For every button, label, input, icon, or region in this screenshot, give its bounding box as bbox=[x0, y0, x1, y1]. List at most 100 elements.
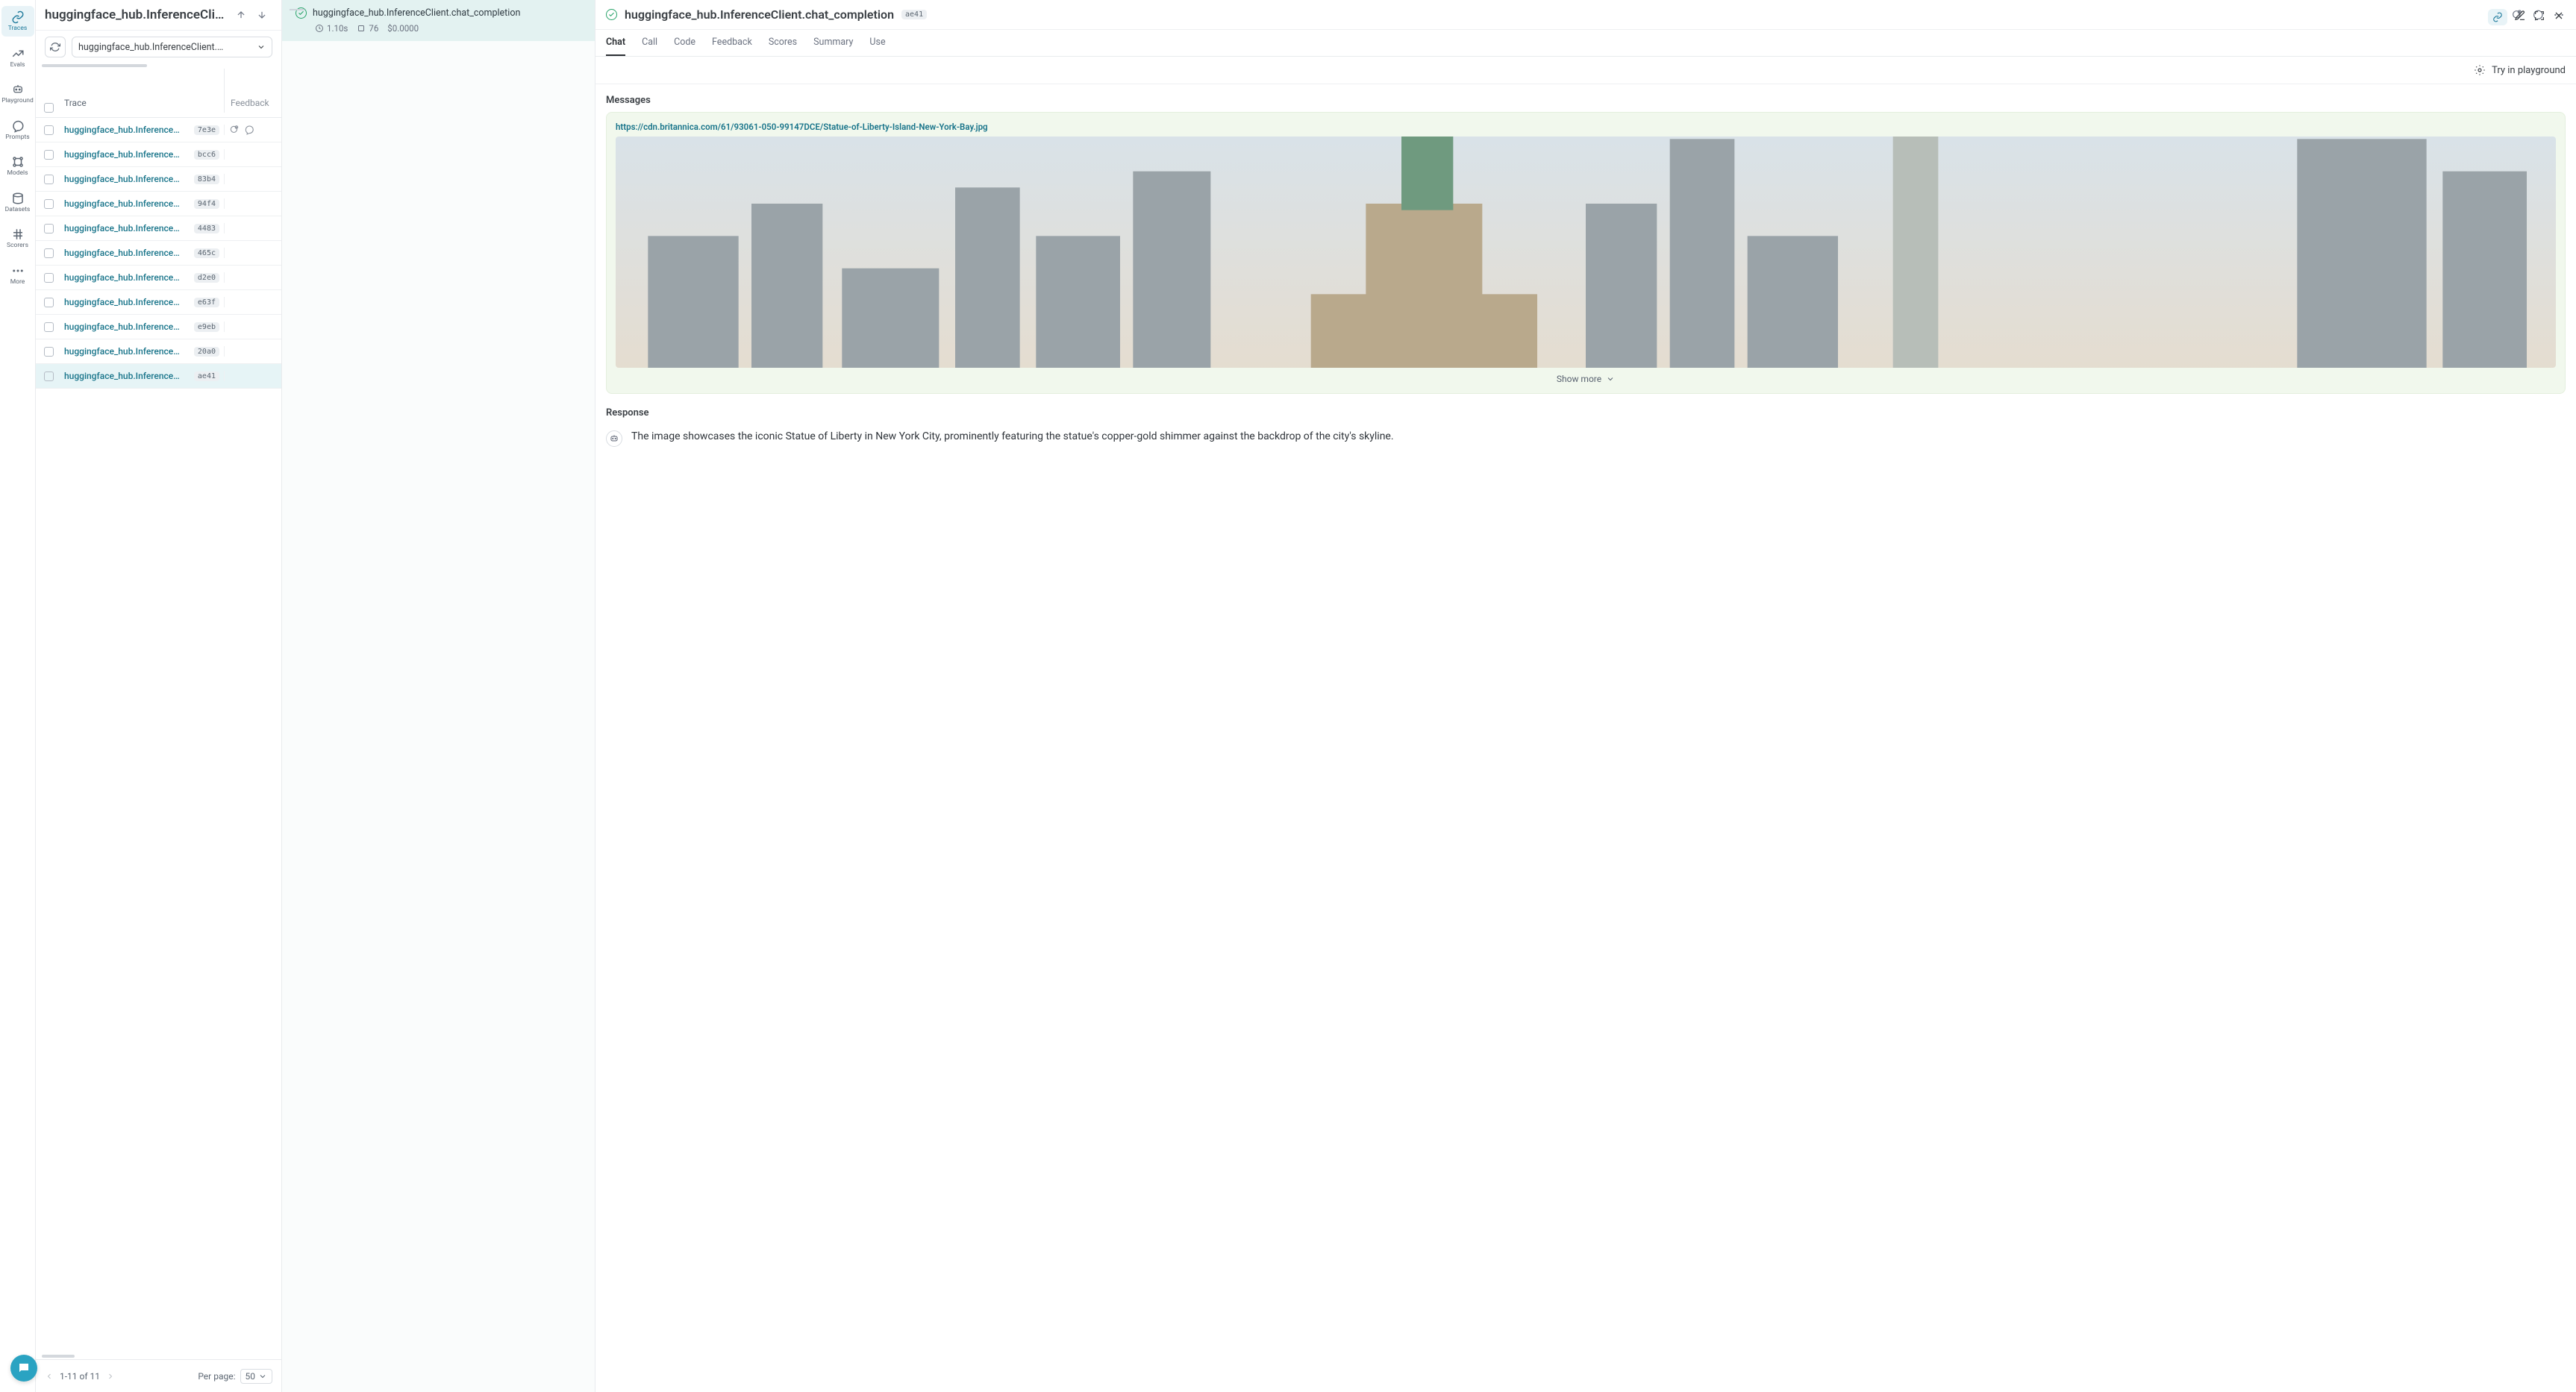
detail-hash: ae41 bbox=[901, 10, 927, 19]
sidenav-item-label: Traces bbox=[8, 25, 27, 32]
horizontal-scrollbar[interactable] bbox=[42, 63, 275, 67]
table-row[interactable]: huggingface_hub.Inference… 4483 bbox=[36, 216, 281, 241]
trace-name[interactable]: huggingface_hub.Inference… bbox=[64, 223, 190, 233]
annotate-icon[interactable] bbox=[229, 125, 240, 135]
row-checkbox[interactable] bbox=[44, 150, 54, 160]
trace-name[interactable]: huggingface_hub.Inference… bbox=[64, 125, 190, 135]
sidenav: Traces Evals Playground Prompts Models Datase… bbox=[0, 0, 36, 1392]
tab-code[interactable]: Code bbox=[674, 30, 695, 56]
detail-pane: huggingface_hub.InferenceClient.chat_com… bbox=[595, 0, 2576, 1392]
per-page-value: 50 bbox=[246, 1371, 256, 1382]
trace-name[interactable]: huggingface_hub.Inference… bbox=[64, 371, 190, 381]
sidenav-item-models[interactable]: Models bbox=[1, 151, 34, 181]
row-checkbox[interactable] bbox=[44, 322, 54, 332]
detail-tabs: Chat Call Code Feedback Scores Summary Use bbox=[595, 30, 2576, 57]
next-trace-button[interactable] bbox=[254, 7, 269, 22]
tab-scores[interactable]: Scores bbox=[769, 30, 797, 56]
show-more-button[interactable]: Show more bbox=[616, 368, 2556, 384]
comment-icon[interactable] bbox=[244, 125, 254, 135]
table-row[interactable]: huggingface_hub.Inference… 465c bbox=[36, 241, 281, 266]
message-image-url[interactable]: https://cdn.britannica.com/61/93061-050-… bbox=[616, 122, 2556, 132]
clock-icon bbox=[315, 24, 324, 33]
table-row[interactable]: huggingface_hub.Inference…d2e0 bbox=[36, 266, 281, 290]
row-checkbox[interactable] bbox=[44, 273, 54, 283]
column-header-feedback[interactable]: Feedback bbox=[225, 69, 281, 113]
table-row[interactable]: huggingface_hub.Inference…94f4 bbox=[36, 192, 281, 216]
refresh-button[interactable] bbox=[45, 37, 66, 57]
row-checkbox[interactable] bbox=[44, 347, 54, 357]
row-checkbox[interactable] bbox=[44, 248, 54, 258]
trace-filter-dropdown[interactable]: huggingface_hub.InferenceClient.c… bbox=[72, 37, 272, 57]
trace-name[interactable]: huggingface_hub.Inference… bbox=[64, 248, 190, 258]
tab-call[interactable]: Call bbox=[642, 30, 657, 56]
per-page-label: Per page: bbox=[198, 1371, 235, 1382]
sidenav-item-prompts[interactable]: Prompts bbox=[1, 115, 34, 145]
tab-use[interactable]: Use bbox=[869, 30, 885, 56]
trace-name[interactable]: huggingface_hub.Inference… bbox=[64, 322, 190, 332]
chevron-down-icon bbox=[258, 1372, 267, 1381]
fullscreen-button[interactable] bbox=[2533, 9, 2546, 22]
sidenav-item-label: Prompts bbox=[5, 134, 29, 141]
table-row[interactable]: huggingface_hub.Inference…e63f bbox=[36, 290, 281, 315]
trace-name[interactable]: huggingface_hub.Inference… bbox=[64, 272, 190, 283]
trace-name[interactable]: huggingface_hub.Inference… bbox=[64, 198, 190, 209]
models-icon bbox=[11, 155, 25, 169]
table-row[interactable]: huggingface_hub.Inference…e9eb bbox=[36, 315, 281, 339]
select-all-checkbox[interactable] bbox=[44, 103, 54, 113]
row-checkbox[interactable] bbox=[44, 199, 54, 209]
sidenav-item-evals[interactable]: Evals bbox=[1, 43, 34, 73]
trace-node[interactable]: huggingface_hub.InferenceClient.chat_com… bbox=[282, 0, 595, 41]
sidenav-item-more[interactable]: More bbox=[1, 260, 34, 290]
status-success-icon bbox=[606, 9, 617, 20]
trace-hash: 465c bbox=[194, 248, 219, 258]
row-checkbox[interactable] bbox=[44, 298, 54, 307]
table-row[interactable]: huggingface_hub.Inference…83b4 bbox=[36, 167, 281, 192]
per-page-select[interactable]: 50 bbox=[240, 1369, 273, 1384]
row-checkbox[interactable] bbox=[44, 175, 54, 184]
row-checkbox[interactable] bbox=[44, 371, 54, 381]
edit-button[interactable] bbox=[2513, 9, 2527, 22]
pager-range: 1-11 of 11 bbox=[60, 1371, 100, 1382]
trace-name[interactable]: huggingface_hub.Inference… bbox=[64, 149, 190, 160]
row-checkbox[interactable] bbox=[44, 125, 54, 135]
trace-hash: 4483 bbox=[194, 224, 219, 233]
sidenav-item-label: Scorers bbox=[7, 242, 28, 249]
chevron-down-icon bbox=[1606, 374, 1615, 383]
table-row[interactable]: huggingface_hub.Inference… 7e3e bbox=[36, 118, 281, 142]
horizontal-scrollbar-bottom[interactable] bbox=[42, 1354, 275, 1358]
pager-next[interactable] bbox=[106, 1372, 115, 1381]
table-row[interactable]: huggingface_hub.Inference… bcc6 bbox=[36, 142, 281, 167]
pager-prev[interactable] bbox=[45, 1372, 54, 1381]
try-in-playground-button[interactable]: Try in playground bbox=[2474, 64, 2566, 76]
table-row[interactable]: huggingface_hub.Inference… ae41 bbox=[36, 364, 281, 389]
tab-summary[interactable]: Summary bbox=[813, 30, 853, 56]
trace-name[interactable]: huggingface_hub.Inference… bbox=[64, 346, 190, 357]
page-title: huggingface_hub.InferenceClient.chat_cc bbox=[45, 7, 228, 22]
intercom-chat-button[interactable] bbox=[10, 1355, 37, 1382]
dropdown-value: huggingface_hub.InferenceClient.c… bbox=[78, 42, 228, 53]
latency-badge: 1.10s bbox=[315, 23, 348, 34]
close-button[interactable] bbox=[2552, 9, 2566, 22]
assistant-icon bbox=[606, 430, 622, 447]
row-checkbox[interactable] bbox=[44, 224, 54, 233]
detail-title: huggingface_hub.InferenceClient.chat_com… bbox=[625, 7, 894, 22]
copy-link-button[interactable] bbox=[2488, 9, 2507, 25]
trace-name[interactable]: huggingface_hub.Inference… bbox=[64, 174, 190, 184]
tokens-badge: 76 bbox=[357, 23, 378, 34]
trace-tree-pane: huggingface_hub.InferenceClient.chat_com… bbox=[282, 0, 595, 1392]
trace-hash: ae41 bbox=[194, 371, 219, 381]
sidenav-item-scorers[interactable]: Scorers bbox=[1, 223, 34, 254]
trace-name[interactable]: huggingface_hub.Inference… bbox=[64, 297, 190, 307]
column-header-trace[interactable]: Trace bbox=[61, 69, 225, 113]
sidenav-item-datasets[interactable]: Datasets bbox=[1, 187, 34, 218]
trace-node-name: huggingface_hub.InferenceClient.chat_com… bbox=[313, 7, 520, 19]
table-row[interactable]: huggingface_hub.Inference…20a0 bbox=[36, 339, 281, 364]
tab-feedback[interactable]: Feedback bbox=[712, 30, 752, 56]
tab-chat[interactable]: Chat bbox=[606, 30, 625, 56]
trace-hash: bcc6 bbox=[194, 150, 219, 160]
trace-table: Trace Feedback huggingface_hub.Inference… bbox=[36, 69, 281, 1354]
sidenav-item-playground[interactable]: Playground bbox=[1, 78, 34, 109]
trace-hash: 7e3e bbox=[194, 125, 219, 135]
sidenav-item-traces[interactable]: Traces bbox=[1, 6, 34, 37]
prev-trace-button[interactable] bbox=[234, 7, 248, 22]
